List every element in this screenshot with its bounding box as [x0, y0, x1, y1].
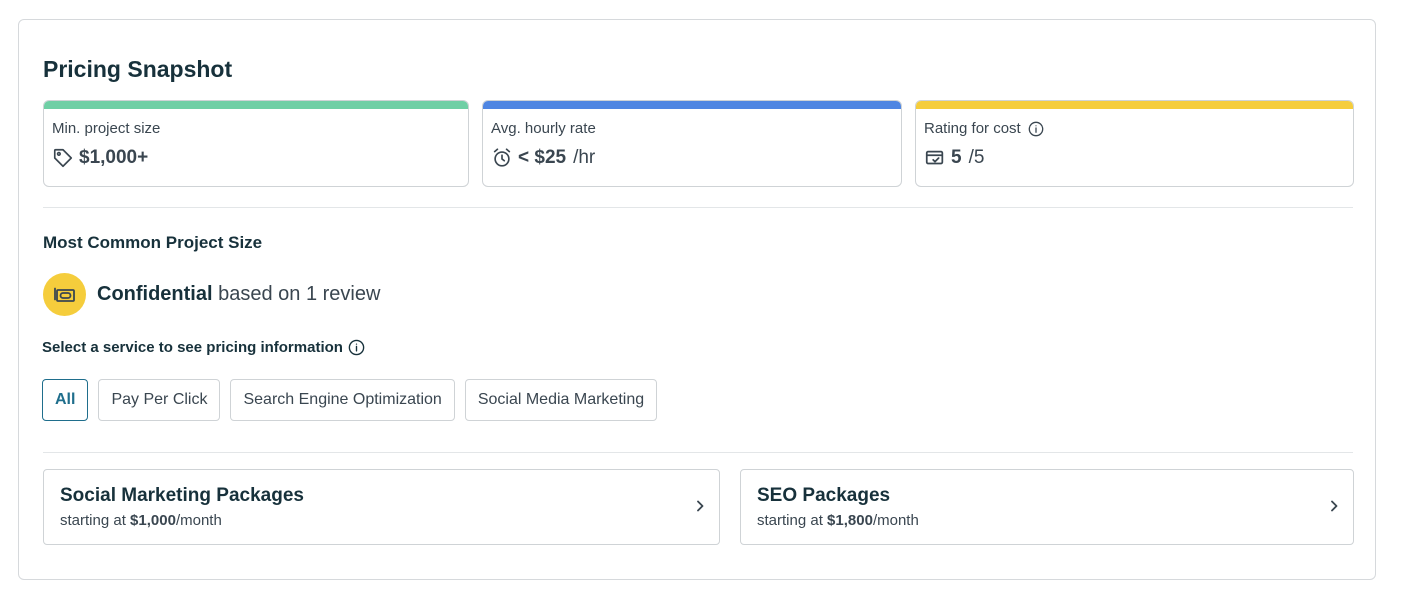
- money-icon: [43, 273, 86, 316]
- stat-unit: /5: [968, 147, 985, 168]
- common-size-text: Confidential based on 1 review: [97, 283, 380, 306]
- chip-pay-per-click[interactable]: Pay Per Click: [98, 379, 221, 421]
- stat-label: Min. project size: [52, 120, 161, 137]
- package-price-prefix: starting at: [60, 512, 131, 529]
- stat-label: Avg. hourly rate: [491, 120, 596, 137]
- stat-value-row: 5 /5: [924, 147, 984, 169]
- common-size-value: Confidential: [97, 283, 213, 305]
- alarm-clock-icon: [491, 147, 513, 169]
- stat-label-row: Rating for cost: [924, 120, 1044, 137]
- chip-search-engine-optimization[interactable]: Search Engine Optimization: [230, 379, 455, 421]
- package-name: Social Marketing Packages: [60, 485, 304, 506]
- stat-value-row: $1,000+: [52, 147, 148, 169]
- chevron-right-icon: [1329, 499, 1339, 518]
- stat-accent-bar: [44, 101, 468, 109]
- package-price-amount: $1,000: [130, 512, 176, 529]
- info-icon[interactable]: [1028, 121, 1044, 137]
- most-common-project-size: Confidential based on 1 review: [43, 273, 380, 316]
- divider: [43, 452, 1353, 453]
- stat-min-project-size: Min. project size $1,000+: [43, 100, 469, 187]
- stat-unit: /hr: [573, 147, 596, 168]
- stat-value-row: < $25 /hr: [491, 147, 595, 169]
- package-price-prefix: starting at: [757, 512, 828, 529]
- divider: [43, 207, 1353, 208]
- package-price-period: /month: [175, 512, 222, 529]
- package-card-social-marketing[interactable]: Social Marketing Packages starting at $1…: [43, 469, 720, 545]
- select-service-text: Select a service to see pricing informat…: [42, 339, 343, 356]
- stat-accent-bar: [916, 101, 1353, 109]
- chip-social-media-marketing[interactable]: Social Media Marketing: [464, 379, 658, 421]
- package-price-amount: $1,800: [827, 512, 873, 529]
- chip-all[interactable]: All: [42, 379, 89, 421]
- package-price-period: /month: [872, 512, 919, 529]
- most-common-heading: Most Common Project Size: [43, 233, 263, 252]
- stat-accent-bar: [483, 101, 901, 109]
- stat-value: $1,000+: [79, 147, 149, 168]
- package-price: starting at $1,000/month: [60, 512, 222, 529]
- wallet-icon: [924, 147, 946, 169]
- stat-rating-for-cost: Rating for cost 5 /5: [915, 100, 1354, 187]
- tag-icon: [52, 147, 74, 169]
- chevron-right-icon: [695, 499, 705, 518]
- stat-value: 5: [951, 147, 962, 168]
- select-service-label: Select a service to see pricing informat…: [42, 339, 365, 356]
- package-price: starting at $1,800/month: [757, 512, 919, 529]
- service-filter-chips: All Pay Per Click Search Engine Optimiza…: [42, 379, 658, 421]
- page-title: Pricing Snapshot: [43, 56, 233, 82]
- common-size-suffix: based on 1 review: [212, 283, 381, 305]
- info-icon[interactable]: [348, 339, 365, 356]
- stat-avg-hourly-rate: Avg. hourly rate < $25 /hr: [482, 100, 902, 187]
- stat-value: < $25: [518, 147, 567, 168]
- pricing-snapshot-panel: Pricing Snapshot Min. project size $1,00…: [18, 19, 1376, 580]
- stat-label: Rating for cost: [924, 120, 1021, 137]
- package-card-seo[interactable]: SEO Packages starting at $1,800/month: [740, 469, 1354, 545]
- package-name: SEO Packages: [757, 485, 891, 506]
